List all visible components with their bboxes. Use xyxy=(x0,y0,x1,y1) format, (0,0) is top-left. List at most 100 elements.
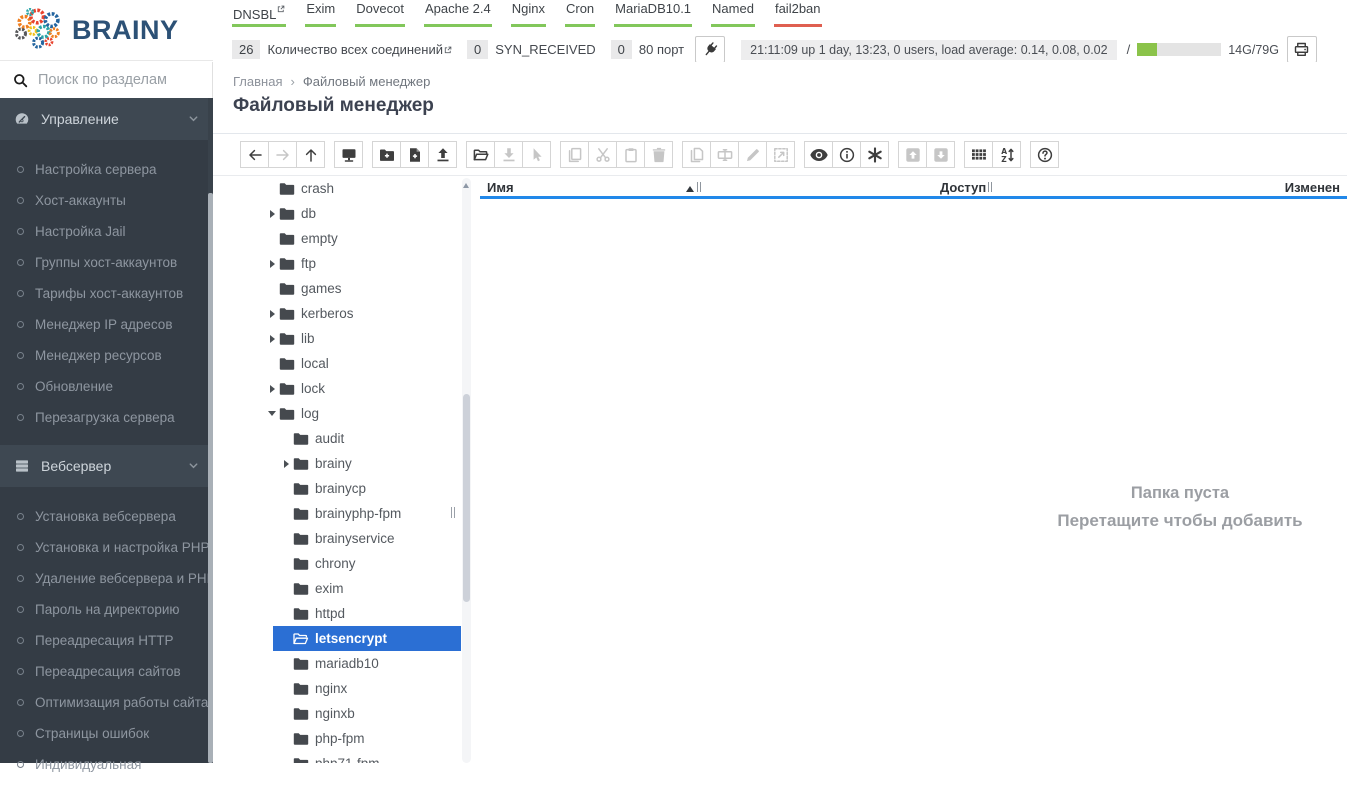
sidebar-item-[interactable]: Индивидуальная xyxy=(0,749,213,780)
grid-view-button[interactable] xyxy=(964,141,993,168)
sidebar-item-ip[interactable]: Менеджер IP адресов xyxy=(0,309,213,340)
tree-node-brainyservice[interactable]: brainyservice xyxy=(213,526,461,551)
tree-node-games[interactable]: games xyxy=(213,276,461,301)
column-header-access[interactable]: Доступ xyxy=(940,180,986,195)
sidebar-item-[interactable]: Установка вебсервера xyxy=(0,501,213,532)
sidebar-item-[interactable]: Настройка сервера xyxy=(0,154,213,185)
delete-button[interactable] xyxy=(644,141,673,168)
service-link-dnsbl[interactable]: DNSBL xyxy=(232,1,286,27)
forward-button[interactable] xyxy=(268,141,297,168)
expand-arrow-icon[interactable] xyxy=(279,457,293,471)
service-link-mariadb10-1[interactable]: MariaDB10.1 xyxy=(614,1,692,27)
extract-button[interactable] xyxy=(766,141,795,168)
info-button[interactable] xyxy=(832,141,861,168)
column-resize-handle[interactable] xyxy=(988,182,992,192)
archive-up-button[interactable] xyxy=(898,141,927,168)
sidebar-item-php[interactable]: Установка и настройка PHP xyxy=(0,532,213,563)
sort-az-button[interactable]: AZ xyxy=(992,141,1021,168)
sidebar-section-webserver[interactable]: Вебсервер xyxy=(0,445,213,487)
sidebar-item-[interactable]: Хост-аккаунты xyxy=(0,185,213,216)
tree-node-php71-fpm[interactable]: php71-fpm xyxy=(213,751,461,763)
sidebar-item-php[interactable]: Удаление вебсервера и PHP xyxy=(0,563,213,594)
tree-scrollbar[interactable] xyxy=(462,178,471,763)
copy-button[interactable] xyxy=(560,141,589,168)
help-button[interactable] xyxy=(1030,141,1059,168)
sidebar-item-[interactable]: Переадресация сайтов xyxy=(0,656,213,687)
duplicate-button[interactable] xyxy=(682,141,711,168)
permissions-button[interactable] xyxy=(860,141,889,168)
tree-node-audit[interactable]: audit xyxy=(213,426,461,451)
tree-node-letsencrypt[interactable]: letsencrypt xyxy=(213,626,461,651)
tree-node-mariadb10[interactable]: mariadb10 xyxy=(213,651,461,676)
rename-button[interactable] xyxy=(710,141,739,168)
tree-node-ftp[interactable]: ftp xyxy=(213,251,461,276)
search-input[interactable] xyxy=(38,72,198,88)
expand-arrow-icon[interactable] xyxy=(265,332,279,346)
service-link-fail2ban[interactable]: fail2ban xyxy=(774,1,822,27)
sidebar-item-[interactable]: Пароль на директорию xyxy=(0,594,213,625)
tree-node-brainyphp-fpm[interactable]: brainyphp-fpm xyxy=(213,501,461,526)
sidebar-item-[interactable]: Страницы ошибок xyxy=(0,718,213,749)
sidebar-item-[interactable]: Обновление xyxy=(0,371,213,402)
service-link-cron[interactable]: Cron xyxy=(565,1,595,27)
sidebar-section-management[interactable]: Управление xyxy=(0,98,213,140)
panel-splitter-handle[interactable] xyxy=(451,507,455,518)
service-link-dovecot[interactable]: Dovecot xyxy=(355,1,405,27)
tree-node-nginx[interactable]: nginx xyxy=(213,676,461,701)
service-link-exim[interactable]: Exim xyxy=(305,1,336,27)
expand-arrow-icon[interactable] xyxy=(265,382,279,396)
up-button[interactable] xyxy=(296,141,325,168)
tree-node-local[interactable]: local xyxy=(213,351,461,376)
open-folder-button[interactable] xyxy=(466,141,495,168)
connections-button[interactable] xyxy=(695,36,725,63)
service-link-apache-2-4[interactable]: Apache 2.4 xyxy=(424,1,492,27)
tree-node-exim[interactable]: exim xyxy=(213,576,461,601)
expand-arrow-icon[interactable] xyxy=(265,257,279,271)
new-file-button[interactable] xyxy=(400,141,429,168)
service-link-named[interactable]: Named xyxy=(711,1,755,27)
collapse-arrow-icon[interactable] xyxy=(265,407,279,421)
expand-arrow-icon[interactable] xyxy=(265,307,279,321)
expand-arrow-icon[interactable] xyxy=(265,207,279,221)
tree-node-lib[interactable]: lib xyxy=(213,326,461,351)
upload-button[interactable] xyxy=(428,141,457,168)
preview-button[interactable] xyxy=(804,141,833,168)
tree-node-crash[interactable]: crash xyxy=(213,176,461,201)
sidebar-item-jail[interactable]: Настройка Jail xyxy=(0,216,213,247)
service-link-nginx[interactable]: Nginx xyxy=(511,1,546,27)
tree-node-brainycp[interactable]: brainycp xyxy=(213,476,461,501)
tree-scrollbar-thumb[interactable] xyxy=(463,394,470,602)
scroll-up-icon[interactable] xyxy=(463,183,469,188)
sidebar-item-[interactable]: Тарифы хост-аккаунтов xyxy=(0,278,213,309)
tree-node-brainy[interactable]: brainy xyxy=(213,451,461,476)
tree-node-empty[interactable]: empty xyxy=(213,226,461,251)
tree-node-httpd[interactable]: httpd xyxy=(213,601,461,626)
sidebar-item-http[interactable]: Переадресация HTTP xyxy=(0,625,213,656)
tree-node-kerberos[interactable]: kerberos xyxy=(213,301,461,326)
column-header-name[interactable]: Имя xyxy=(487,180,514,195)
column-resize-handle[interactable] xyxy=(697,182,701,192)
back-button[interactable] xyxy=(240,141,269,168)
new-folder-button[interactable] xyxy=(372,141,401,168)
tree-node-db[interactable]: db xyxy=(213,201,461,226)
paste-button[interactable] xyxy=(616,141,645,168)
disk-details-button[interactable] xyxy=(1287,36,1317,63)
tree-node-lock[interactable]: lock xyxy=(213,376,461,401)
sidebar-item-[interactable]: Менеджер ресурсов xyxy=(0,340,213,371)
tree-node-php-fpm[interactable]: php-fpm xyxy=(213,726,461,751)
sidebar-item-[interactable]: Перезагрузка сервера xyxy=(0,402,213,433)
cut-button[interactable] xyxy=(588,141,617,168)
tree-node-log[interactable]: log xyxy=(213,401,461,426)
archive-down-button[interactable] xyxy=(926,141,955,168)
column-header-changed[interactable]: Изменен xyxy=(1285,180,1340,195)
tree-node-chrony[interactable]: chrony xyxy=(213,551,461,576)
sidebar-item-[interactable]: Группы хост-аккаунтов xyxy=(0,247,213,278)
select-mode-button[interactable] xyxy=(522,141,551,168)
network-drive-button[interactable] xyxy=(334,141,363,168)
download-button[interactable] xyxy=(494,141,523,168)
edit-button[interactable] xyxy=(738,141,767,168)
brand-logo[interactable]: BRAINY xyxy=(0,0,213,61)
tree-node-nginxb[interactable]: nginxb xyxy=(213,701,461,726)
sidebar-item-[interactable]: Оптимизация работы сайта xyxy=(0,687,213,718)
breadcrumb-home[interactable]: Главная xyxy=(233,74,282,89)
